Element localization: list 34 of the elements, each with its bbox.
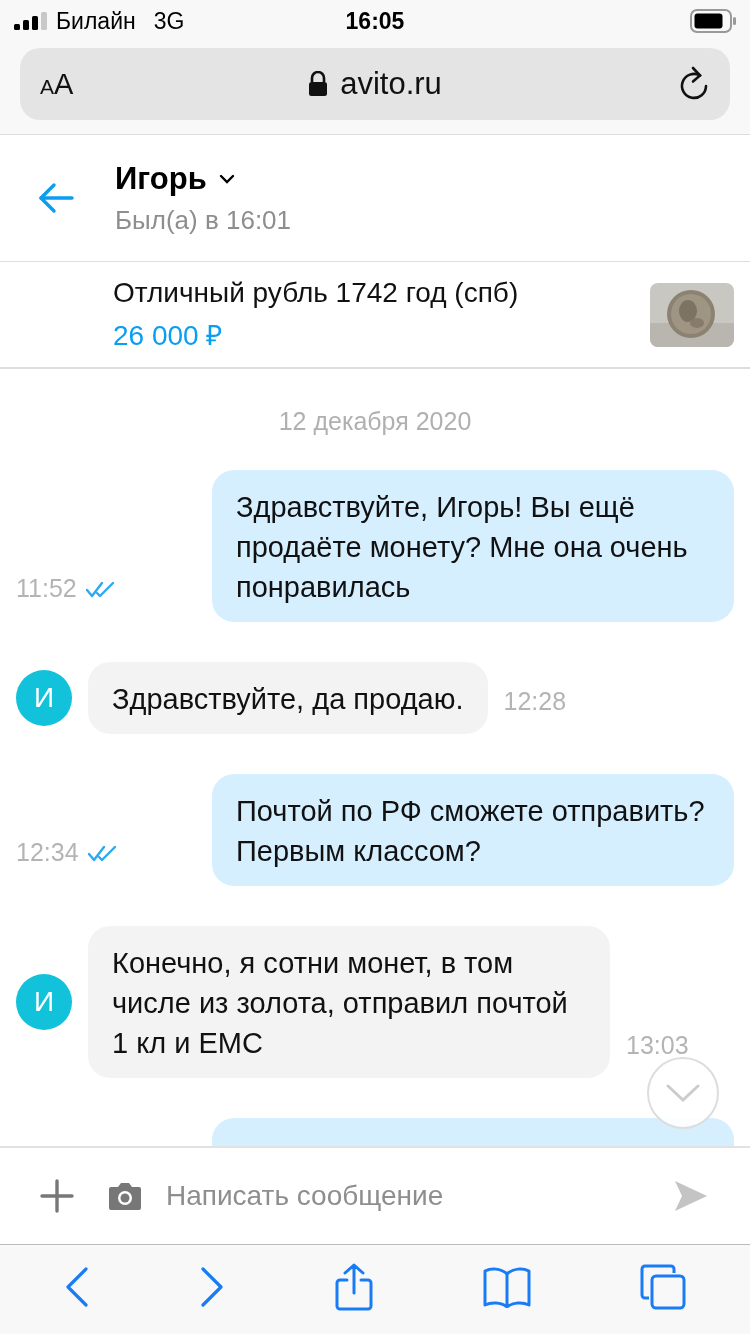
- message-time: 13:03: [626, 1031, 689, 1060]
- signal-icon: [14, 11, 48, 31]
- network-type: 3G: [153, 7, 185, 35]
- camera-icon[interactable]: [108, 1181, 142, 1211]
- message-input[interactable]: Написать сообщение: [166, 1180, 674, 1212]
- message-time: 12:34: [16, 838, 79, 867]
- share-icon[interactable]: [334, 1262, 374, 1311]
- tabs-icon[interactable]: [639, 1263, 686, 1310]
- back-icon[interactable]: [64, 1266, 91, 1307]
- message-time: 12:28: [503, 687, 567, 716]
- outgoing-message: Почтой по РФ сможете отправить? Первым классом?: [212, 774, 734, 886]
- contact-name[interactable]: Игорь: [115, 160, 207, 197]
- outgoing-message: Здравствуйте, Игорь! Вы ещё продаёте монету? Мне она очень понравилась: [212, 470, 734, 622]
- reload-icon[interactable]: [678, 66, 710, 102]
- date-divider: 12 декабря 2020: [278, 407, 472, 436]
- avatar-initial: И: [16, 974, 72, 1030]
- incoming-message: Здравствуйте, да продаю.: [88, 662, 488, 734]
- battery-icon: [690, 9, 736, 33]
- message-time: 11:52: [16, 574, 77, 603]
- clock-time: 16:05: [345, 7, 405, 35]
- listing-price: 26 000 ₽: [113, 318, 224, 353]
- chevron-down-icon: [666, 1084, 700, 1102]
- incoming-message: Конечно, я сотни монет, в том числе из золота, отправил почтой 1 кл и ЕМС: [88, 926, 610, 1078]
- chevron-down-icon[interactable]: [218, 173, 235, 184]
- bookmarks-icon[interactable]: [482, 1265, 531, 1308]
- plus-icon[interactable]: [40, 1179, 74, 1213]
- last-seen-text: Был(а) в 16:01: [115, 204, 292, 236]
- text-size-button[interactable]: AA: [40, 67, 74, 101]
- address-text[interactable]: avito.ru: [340, 66, 442, 102]
- lock-icon: [308, 71, 329, 97]
- carrier-name: Билайн: [56, 7, 136, 35]
- avatar-initial: И: [16, 670, 72, 726]
- forward-icon[interactable]: [199, 1266, 226, 1307]
- listing-title[interactable]: Отличный рубль 1742 год (спб): [113, 276, 519, 309]
